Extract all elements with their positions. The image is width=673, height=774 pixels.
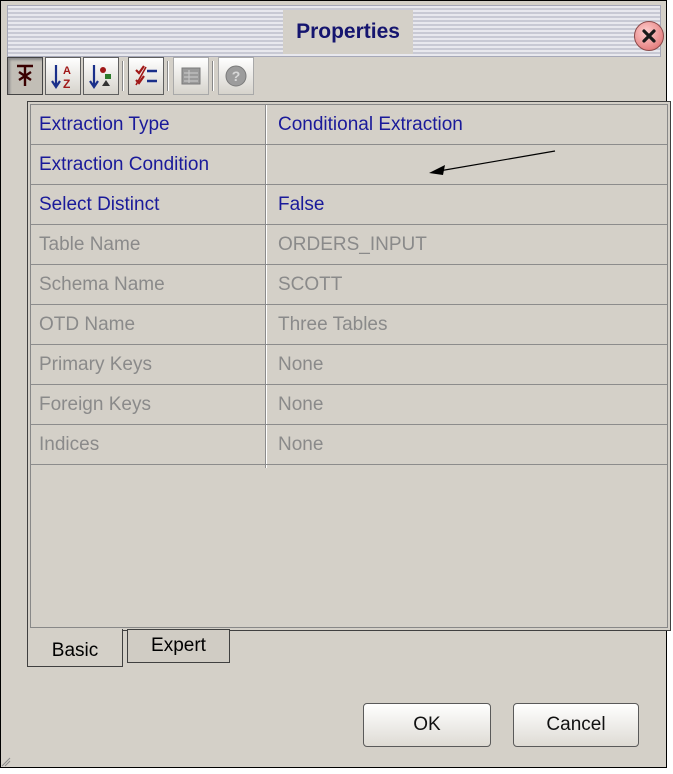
property-row-schema-name[interactable]: Schema Name SCOTT — [31, 265, 667, 305]
toolbar-separator — [167, 61, 169, 91]
property-value[interactable]: False — [278, 185, 658, 224]
toolbar: A Z ? — [5, 55, 661, 99]
property-name: Primary Keys — [39, 354, 152, 375]
property-sheet: Extraction Type Conditional Extraction E… — [27, 101, 671, 631]
resize-grip-icon[interactable] — [1, 757, 11, 767]
window-title: Properties — [283, 10, 413, 54]
property-value: None — [278, 394, 324, 415]
property-name: OTD Name — [39, 314, 136, 335]
show-editable-icon — [135, 65, 157, 86]
categorized-icon — [17, 64, 33, 86]
property-row-indices[interactable]: Indices None — [31, 425, 667, 465]
properties-dialog: Properties A Z ? Extraction Type Conditi… — [0, 0, 671, 768]
property-row-primary-keys[interactable]: Primary Keys None — [31, 345, 667, 385]
toolbar-separator — [212, 61, 214, 91]
tab-bar: Basic Expert — [27, 629, 327, 669]
sort-by-type-icon — [89, 65, 111, 89]
property-name: Extraction Type — [39, 114, 170, 135]
property-name: Extraction Condition — [39, 154, 210, 175]
property-value: Three Tables — [278, 314, 388, 335]
property-value: ORDERS_INPUT — [278, 234, 427, 255]
property-row-otd-name[interactable]: OTD Name Three Tables — [31, 305, 667, 345]
show-editable-button[interactable] — [128, 57, 164, 95]
help-icon: ? — [225, 65, 247, 87]
svg-text:Z: Z — [63, 77, 70, 90]
tab-expert[interactable]: Expert — [127, 629, 230, 663]
property-table: Extraction Type Conditional Extraction E… — [30, 104, 668, 628]
title-bar[interactable]: Properties — [7, 5, 664, 57]
property-name: Select Distinct — [39, 194, 160, 215]
customizer-icon — [181, 67, 201, 85]
close-icon — [642, 29, 656, 43]
arrow-annotation-icon — [429, 150, 556, 175]
property-name: Indices — [39, 434, 100, 455]
svg-text:A: A — [63, 65, 71, 77]
property-row-select-distinct[interactable]: Select Distinct False — [31, 185, 667, 225]
property-value: SCOTT — [278, 274, 343, 295]
sort-alphabetical-button[interactable]: A Z — [45, 57, 81, 95]
property-value: None — [278, 354, 324, 375]
property-value: None — [278, 434, 324, 455]
help-button[interactable]: ? — [218, 57, 254, 95]
property-row-foreign-keys[interactable]: Foreign Keys None — [31, 385, 667, 425]
svg-text:?: ? — [232, 68, 241, 84]
categorized-button[interactable] — [7, 57, 43, 95]
tab-basic[interactable]: Basic — [27, 629, 123, 667]
property-name: Schema Name — [39, 274, 165, 295]
sort-alphabetical-icon: A Z — [51, 65, 71, 90]
ok-button[interactable]: OK — [363, 703, 491, 747]
property-row-extraction-condition[interactable]: Extraction Condition — [31, 145, 667, 185]
customizer-button[interactable] — [173, 57, 209, 95]
property-name: Foreign Keys — [39, 394, 151, 415]
sort-by-type-button[interactable] — [83, 57, 119, 95]
close-button[interactable] — [634, 21, 664, 51]
toolbar-separator — [122, 61, 124, 91]
property-row-table-name[interactable]: Table Name ORDERS_INPUT — [31, 225, 667, 265]
property-name: Table Name — [39, 234, 141, 255]
cancel-button[interactable]: Cancel — [513, 703, 639, 747]
property-value[interactable]: Conditional Extraction — [278, 105, 658, 144]
property-row-extraction-type[interactable]: Extraction Type Conditional Extraction — [31, 105, 667, 145]
